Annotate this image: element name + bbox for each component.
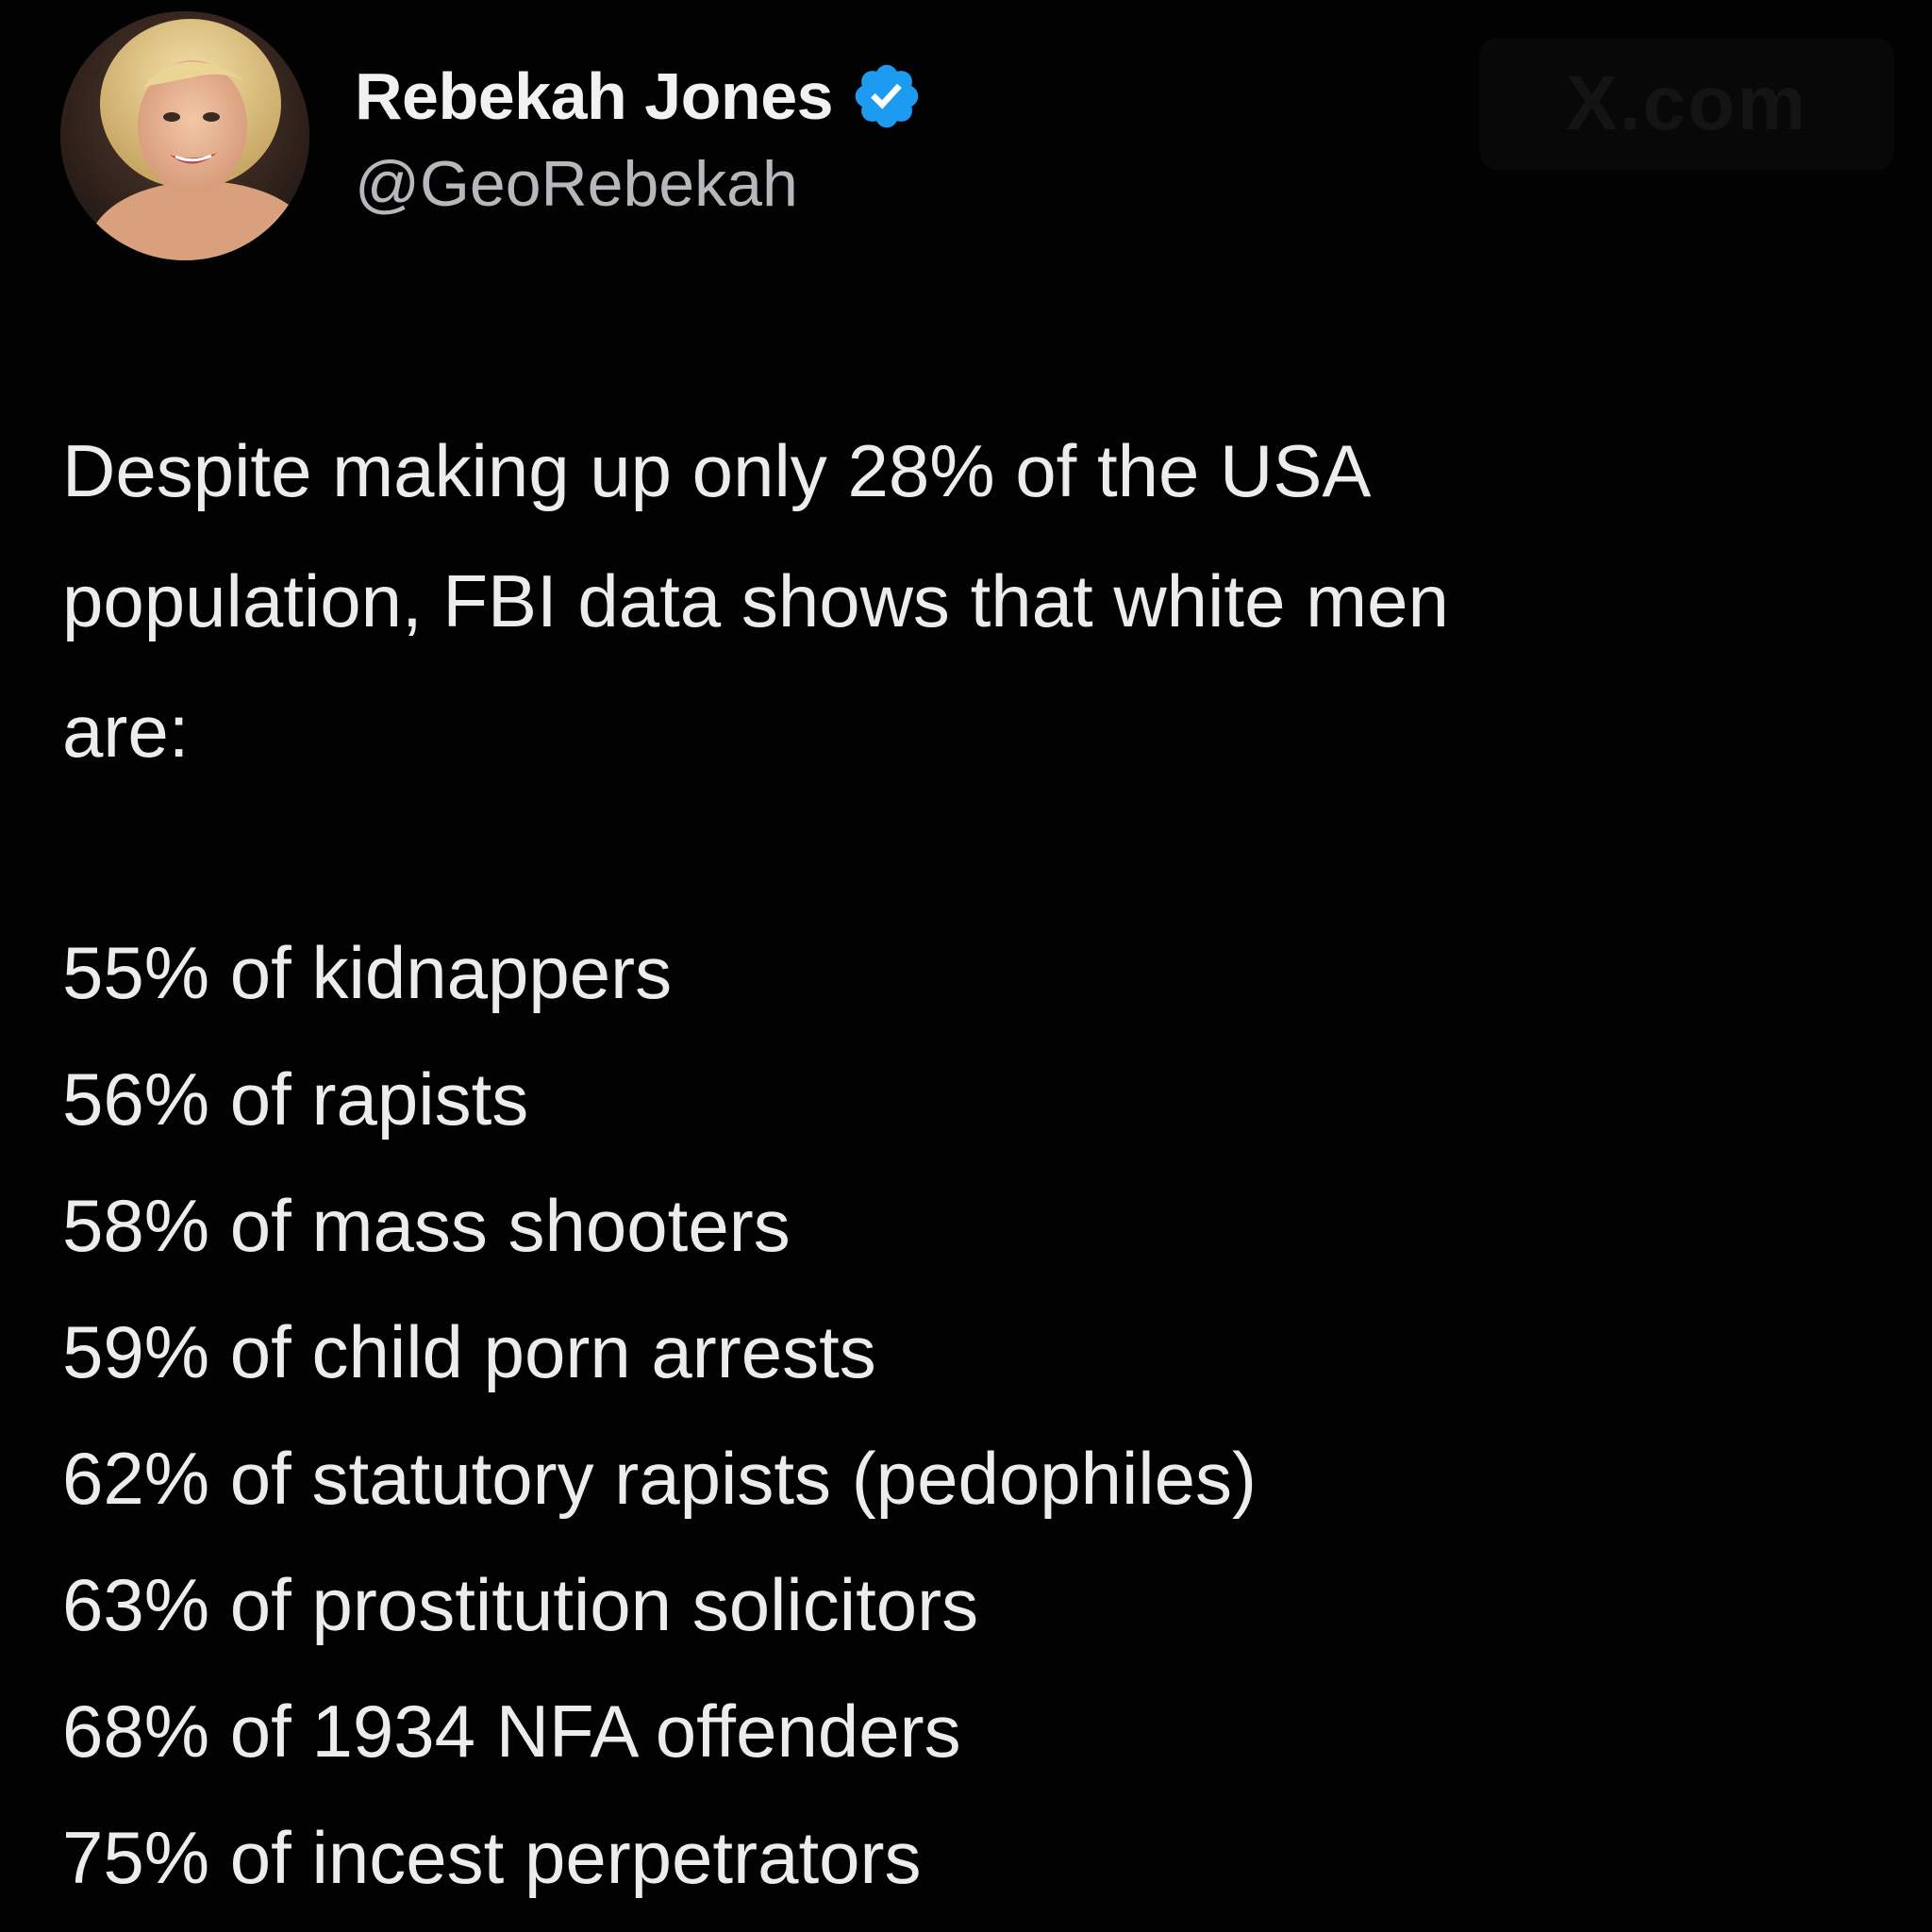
list-item: 63% of prostitution solicitors	[62, 1563, 979, 1646]
list-item: 56% of rapists	[62, 1058, 529, 1141]
list-item: 62% of statutory rapists (pedophiles)	[62, 1437, 1257, 1520]
list-item: 58% of mass shooters	[62, 1184, 791, 1267]
name-row: Rebekah Jones	[355, 51, 924, 142]
avatar-photo	[60, 11, 309, 260]
post-screenshot: Rebekah Jones @GeoRebekah X.com Despite …	[0, 0, 1932, 1932]
post-intro-text: Despite making up only 28% of the USA po…	[62, 429, 1449, 773]
author-display-name[interactable]: Rebekah Jones	[355, 58, 834, 134]
stat-list: 55% of kidnappers 56% of rapists 58% of …	[62, 909, 1892, 1921]
author-identity: Rebekah Jones @GeoRebekah	[355, 51, 924, 221]
list-item: 75% of incest perpetrators	[62, 1816, 922, 1899]
site-watermark: X.com	[1479, 38, 1894, 170]
list-item: 59% of child porn arrests	[62, 1310, 876, 1393]
author-handle[interactable]: @GeoRebekah	[355, 147, 924, 221]
post-text: Despite making up only 28% of the USA po…	[62, 406, 1892, 1921]
list-item: 68% of 1934 NFA offenders	[62, 1690, 961, 1773]
avatar[interactable]	[60, 11, 309, 260]
verified-badge-icon	[850, 59, 924, 133]
list-item: 55% of kidnappers	[62, 931, 673, 1014]
post-header: Rebekah Jones @GeoRebekah	[60, 11, 924, 260]
